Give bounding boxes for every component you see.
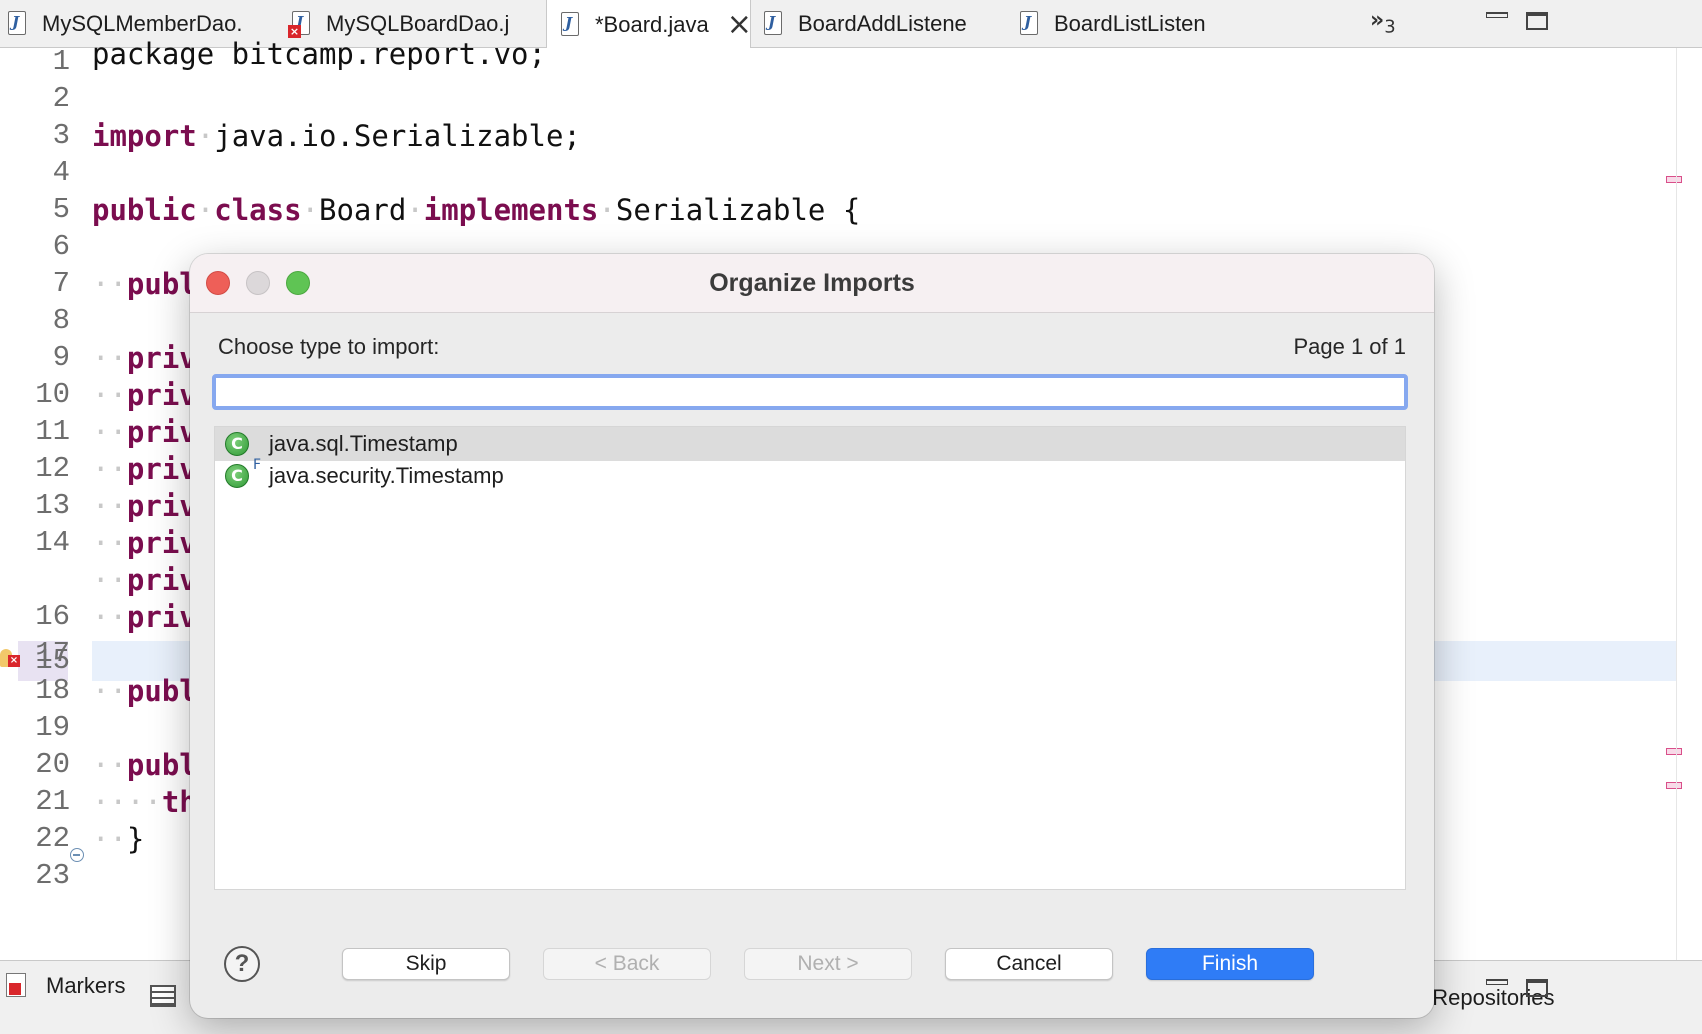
fold-collapse-icon[interactable] — [70, 848, 84, 862]
overflow-count: 3 — [1384, 16, 1396, 38]
code-line: import·java.io.Serializable; — [92, 119, 581, 153]
maximize-icon[interactable] — [1526, 979, 1548, 997]
tab-label: *Board.java — [595, 11, 709, 37]
tab-label: BoardAddListene — [798, 11, 967, 36]
tab-boardlistlistener[interactable]: J BoardListListen — [1020, 0, 1206, 48]
code-line: ··} — [92, 822, 145, 856]
organize-imports-dialog: Organize Imports Choose type to import: … — [190, 254, 1434, 1018]
final-modifier-icon: F — [253, 457, 262, 473]
java-file-icon: J — [1020, 11, 1040, 37]
code-line: ··publ — [92, 674, 197, 708]
quickfix-error-icon[interactable]: × — [0, 649, 20, 671]
page-indicator: Page 1 of 1 — [1293, 334, 1406, 359]
choose-type-label: Choose type to import: — [218, 334, 440, 359]
line-number: 6 — [52, 230, 70, 263]
line-number: 4 — [52, 156, 70, 189]
line-number: 3 — [52, 119, 70, 152]
line-number: 2 — [52, 82, 70, 115]
close-window-button[interactable] — [206, 271, 230, 295]
code-line: public·class·Board·implements·Serializab… — [92, 193, 861, 227]
zoom-window-button[interactable] — [286, 271, 310, 295]
line-number: 10 — [35, 378, 70, 411]
line-number: 7 — [52, 267, 70, 300]
code-line: ··publ — [92, 267, 197, 301]
java-file-icon: J — [764, 11, 784, 37]
dialog-title: Organize Imports — [709, 269, 915, 297]
line-number: 19 — [35, 711, 70, 744]
close-tab-icon[interactable]: × — [727, 9, 752, 40]
line-number: 20 — [35, 748, 70, 781]
overview-ruler — [1676, 48, 1677, 960]
list-item[interactable]: C java.sql.Timestamp — [215, 427, 1405, 461]
minimize-icon[interactable] — [1486, 12, 1508, 18]
markers-icon — [6, 973, 32, 999]
code-line: ··priv — [92, 489, 197, 523]
markers-label: Markers — [46, 973, 126, 998]
cancel-button[interactable]: Cancel — [945, 948, 1113, 980]
code-line: ··priv — [92, 378, 197, 412]
chevron-double-right-icon: » — [1370, 8, 1385, 33]
code-line: ··priv — [92, 563, 197, 597]
overview-ruler-marker[interactable] — [1666, 176, 1682, 183]
class-icon: C — [225, 464, 249, 488]
help-icon[interactable]: ? — [224, 946, 260, 982]
overview-ruler-marker[interactable] — [1666, 748, 1682, 755]
line-number: 11 — [35, 415, 70, 448]
line-number: 9 — [52, 341, 70, 374]
line-number: 23 — [35, 859, 70, 892]
tab-markers[interactable]: Markers — [6, 973, 125, 999]
type-name: java.security.Timestamp — [269, 463, 504, 488]
type-filter-input[interactable] — [212, 374, 1408, 410]
java-file-icon: J — [561, 11, 581, 38]
line-number: 14 — [35, 526, 70, 559]
java-file-icon: J — [8, 11, 28, 37]
line-number: 13 — [35, 489, 70, 522]
finish-button[interactable]: Finish — [1146, 948, 1314, 980]
next-button[interactable]: Next > — [744, 948, 912, 980]
type-list[interactable]: C java.sql.Timestamp C F java.security.T… — [214, 426, 1406, 890]
tab-board-java[interactable]: J *Board.java × — [546, 0, 752, 49]
code-line: ··priv — [92, 526, 197, 560]
maximize-icon[interactable] — [1526, 12, 1548, 30]
skip-button[interactable]: Skip — [342, 948, 510, 980]
code-line: ··publ — [92, 748, 197, 782]
properties-table-icon[interactable] — [150, 985, 176, 1007]
line-number: 5 — [52, 193, 70, 226]
minimize-window-button[interactable] — [246, 271, 270, 295]
dialog-titlebar: Organize Imports — [190, 254, 1434, 313]
code-line: ··priv — [92, 600, 197, 634]
code-line: package bitcamp.report.vo; — [92, 37, 546, 71]
tab-label: BoardListListen — [1054, 11, 1206, 36]
minimize-icon[interactable] — [1486, 979, 1508, 985]
line-number: 16 — [35, 600, 70, 633]
class-icon: C — [225, 432, 249, 456]
code-line: ··priv — [92, 415, 197, 449]
line-number: 18 — [35, 674, 70, 707]
tab-boardaddlistener[interactable]: J BoardAddListene — [764, 0, 967, 48]
type-name: java.sql.Timestamp — [269, 431, 458, 456]
list-item[interactable]: C F java.security.Timestamp — [215, 457, 1405, 493]
line-number: 1 — [52, 45, 70, 78]
code-line: ····th — [92, 785, 197, 819]
line-number: 22 — [35, 822, 70, 855]
line-number: 12 — [35, 452, 70, 485]
line-number: 8 — [52, 304, 70, 337]
code-line: ··priv — [92, 341, 197, 375]
back-button[interactable]: < Back — [543, 948, 711, 980]
tab-overflow-button[interactable]: »3 — [1370, 8, 1396, 37]
code-line: ··priv — [92, 452, 197, 486]
line-number: 21 — [35, 785, 70, 818]
overview-ruler-marker[interactable] — [1666, 782, 1682, 789]
